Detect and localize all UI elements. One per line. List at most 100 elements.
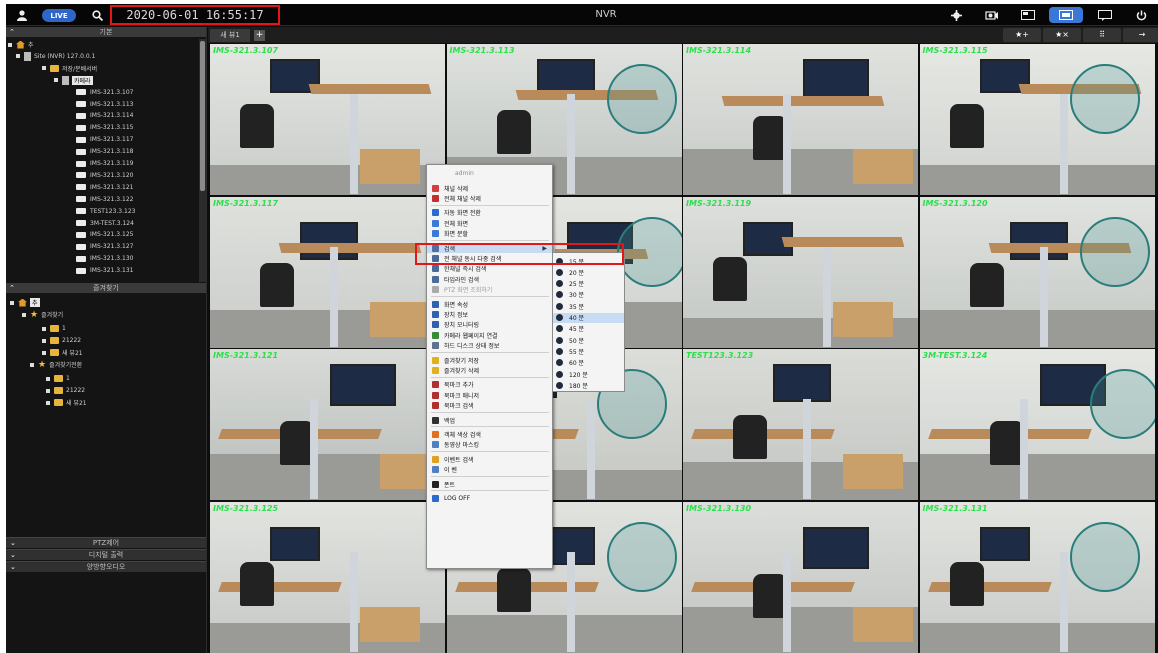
menu-item[interactable]: 화면 분할 bbox=[427, 229, 552, 239]
expand-toggle-icon[interactable] bbox=[30, 362, 34, 367]
expand-toggle-icon[interactable] bbox=[42, 338, 46, 343]
two-way-audio-panel-header[interactable]: ⌄ 양방향오디오 bbox=[6, 561, 206, 572]
tree-node[interactable]: 카메라 bbox=[54, 75, 93, 86]
favorite-tree-item[interactable]: 1 bbox=[46, 373, 70, 384]
message-icon[interactable] bbox=[1094, 4, 1116, 26]
camera-tree-item[interactable]: IMS-321.3.130 bbox=[76, 253, 133, 264]
favorites-header[interactable]: ⌃ 즐겨찾기 bbox=[6, 283, 206, 293]
tree-node[interactable]: Site (NVR) 127.0.0.1 bbox=[16, 51, 95, 62]
menu-item[interactable]: 북마크 매니저 bbox=[427, 390, 552, 400]
camera-tile[interactable]: 3M-TEST.3.124 bbox=[919, 349, 1155, 500]
camera-tile[interactable]: IMS-321.3.121 bbox=[210, 349, 445, 500]
expand-toggle-icon[interactable] bbox=[22, 312, 26, 317]
camera-tile[interactable]: IMS-321.3.131 bbox=[919, 501, 1155, 653]
camera-tree-item[interactable]: TEST123.3.123 bbox=[76, 206, 135, 217]
menu-item[interactable]: 채널 삭제 bbox=[427, 183, 552, 193]
camera-tree-item[interactable]: IMS-321.3.122 bbox=[76, 194, 133, 205]
search-duration-item[interactable]: 180 분 bbox=[553, 380, 624, 390]
search-duration-item[interactable]: 60 분 bbox=[553, 358, 624, 368]
favorite-tree-item[interactable]: 21222 bbox=[42, 335, 81, 346]
favorite-tree-item[interactable]: 새 뷰21 bbox=[46, 397, 87, 408]
power-icon[interactable] bbox=[1130, 4, 1152, 26]
menu-item[interactable]: 북마크 추가 bbox=[427, 380, 552, 390]
device-tree-scrollbar[interactable] bbox=[199, 39, 206, 282]
favorite-tree-item[interactable]: ★ 즐겨찾기 bbox=[22, 309, 63, 320]
search-duration-item[interactable]: 30 분 bbox=[553, 290, 624, 300]
expand-toggle-icon[interactable] bbox=[42, 350, 46, 355]
user-icon[interactable] bbox=[12, 4, 32, 26]
expand-toggle-icon[interactable] bbox=[42, 66, 46, 71]
expand-toggle-icon[interactable] bbox=[46, 376, 50, 381]
menu-item[interactable]: 즐겨찾기 삭제 bbox=[427, 365, 552, 375]
menu-item[interactable]: 동영상 마스킹 bbox=[427, 440, 552, 450]
menu-item[interactable]: 하드 디스크 상태 정보 bbox=[427, 341, 552, 351]
expand-toggle-icon[interactable] bbox=[42, 326, 46, 331]
menu-item[interactable]: 장치 모니터링 bbox=[427, 320, 552, 330]
search-duration-item[interactable]: 25 분 bbox=[553, 279, 624, 289]
monitor-layout-icon[interactable] bbox=[1017, 4, 1039, 26]
camera-tree-item[interactable]: IMS-321.3.125 bbox=[76, 229, 133, 240]
tab-new-view-1[interactable]: 새 뷰1 bbox=[210, 29, 250, 42]
camera-tree-item[interactable]: IMS-321.3.115 bbox=[76, 122, 133, 133]
menu-item[interactable]: 한채널 즉시 검색 bbox=[427, 264, 552, 274]
menu-item[interactable]: 백업 bbox=[427, 415, 552, 425]
add-favorite-button[interactable]: ★+ bbox=[1003, 28, 1041, 42]
live-view-mode-button[interactable] bbox=[1049, 7, 1083, 23]
digital-output-panel-header[interactable]: ⌄ 디지털 출력 bbox=[6, 549, 206, 560]
camera-tree-item[interactable]: IMS-321.3.114 bbox=[76, 110, 133, 121]
menu-item[interactable]: 이 벤 bbox=[427, 465, 552, 475]
search-duration-item[interactable]: 35 분 bbox=[553, 301, 624, 311]
search-duration-item[interactable]: 50 분 bbox=[553, 335, 624, 345]
favorite-tree-item[interactable]: 추 bbox=[10, 297, 40, 308]
expand-toggle-icon[interactable] bbox=[8, 42, 12, 47]
camera-tree-item[interactable]: 3M-TEST.3.124 bbox=[76, 218, 134, 229]
menu-item[interactable]: 전체 화면 bbox=[427, 218, 552, 228]
favorite-tree-item[interactable]: 새 뷰21 bbox=[42, 347, 83, 358]
menu-item[interactable]: 카메라 웹페이지 연결 bbox=[427, 330, 552, 340]
search-duration-item[interactable]: 20 분 bbox=[553, 267, 624, 277]
camera-tree-item[interactable]: IMS-321.3.117 bbox=[76, 134, 133, 145]
menu-item[interactable]: 즐겨찾기 저장 bbox=[427, 355, 552, 365]
camera-tile[interactable]: IMS-321.3.115 bbox=[919, 44, 1155, 195]
camera-tree-item[interactable]: IMS-321.3.118 bbox=[76, 146, 133, 157]
menu-item[interactable]: 전체 채널 삭제 bbox=[427, 193, 552, 203]
camera-tree-item[interactable]: IMS-321.3.113 bbox=[76, 99, 133, 110]
menu-item[interactable]: 장치 정보 bbox=[427, 309, 552, 319]
camera-tree-item[interactable]: IMS-321.3.131 bbox=[76, 265, 133, 276]
expand-toggle-icon[interactable] bbox=[46, 400, 50, 405]
add-view-button[interactable]: + bbox=[254, 30, 265, 41]
camera-tile[interactable]: IMS-321.3.125 bbox=[210, 501, 445, 653]
next-view-button[interactable]: → bbox=[1123, 28, 1158, 42]
settings-gear-icon[interactable] bbox=[946, 4, 966, 26]
favorite-tree-item[interactable]: 21222 bbox=[46, 385, 85, 396]
expand-toggle-icon[interactable] bbox=[10, 300, 14, 305]
expand-toggle-icon[interactable] bbox=[16, 54, 20, 59]
menu-item[interactable]: 폰트 bbox=[427, 479, 552, 489]
favorite-tree-item[interactable]: 1 bbox=[42, 323, 66, 334]
camera-tree-item[interactable]: IMS-321.3.119 bbox=[76, 158, 133, 169]
search-icon[interactable] bbox=[88, 4, 106, 26]
menu-item[interactable]: 객체 색상 검색 bbox=[427, 429, 552, 439]
camera-tree-item[interactable]: IMS-321.3.127 bbox=[76, 241, 133, 252]
favorite-tree-item[interactable]: ★ 즐겨찾기전환 bbox=[30, 359, 82, 370]
search-duration-item[interactable]: 45 분 bbox=[553, 324, 624, 334]
camera-tree-item[interactable]: IMS-321.3.121 bbox=[76, 182, 133, 193]
camera-tile[interactable]: IMS-321.3.117 bbox=[210, 196, 445, 348]
camera-tile[interactable]: IMS-321.3.120 bbox=[919, 196, 1155, 348]
menu-item[interactable]: 이벤트 검색 bbox=[427, 454, 552, 464]
camera-tree-item[interactable]: IMS-321.3.107 bbox=[76, 87, 133, 98]
layout-grid-button[interactable]: ⠿ bbox=[1083, 28, 1121, 42]
search-duration-item[interactable]: 55 분 bbox=[553, 346, 624, 356]
tree-node[interactable]: 저장/분배서버 bbox=[42, 63, 97, 74]
menu-item[interactable]: 북마크 검색 bbox=[427, 401, 552, 411]
ptz-control-panel-header[interactable]: ⌄ PTZ제어 bbox=[6, 537, 206, 548]
expand-toggle-icon[interactable] bbox=[54, 78, 58, 83]
camera-tile[interactable]: IMS-321.3.114 bbox=[683, 44, 918, 195]
search-duration-item[interactable]: 40 분 bbox=[553, 312, 624, 323]
menu-item[interactable]: 자동 화면 전환 bbox=[427, 208, 552, 218]
camera-setup-icon[interactable] bbox=[981, 4, 1003, 26]
tree-node[interactable]: 추 bbox=[8, 39, 34, 50]
expand-toggle-icon[interactable] bbox=[46, 388, 50, 393]
menu-item[interactable]: 타임라인 검색 bbox=[427, 274, 552, 284]
menu-item[interactable]: LOG OFF bbox=[427, 493, 552, 503]
